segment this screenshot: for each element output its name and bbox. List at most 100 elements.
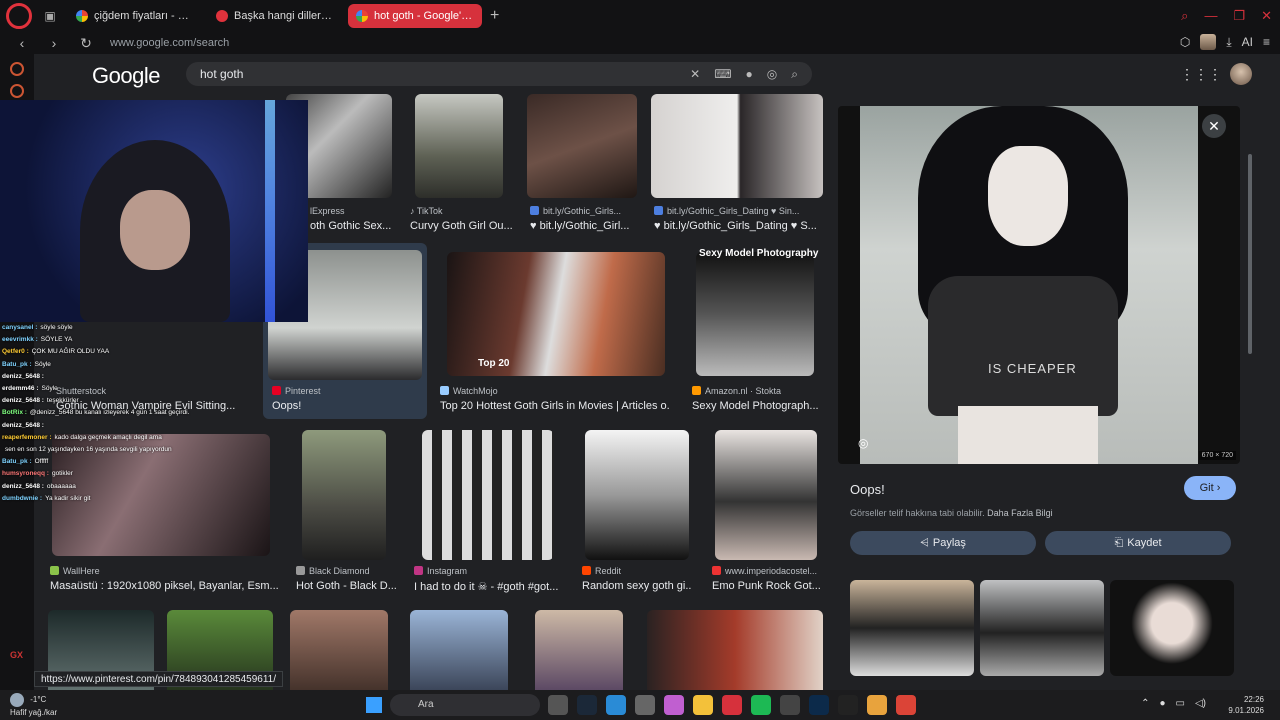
chat-username[interactable]: BotRix : <box>2 409 27 416</box>
sidebar-aria-icon[interactable] <box>10 62 24 76</box>
account-avatar[interactable] <box>1230 63 1252 85</box>
new-tab-plus-icon[interactable]: + <box>490 7 499 25</box>
chatgpt-icon[interactable] <box>780 695 800 715</box>
tab-menu-icon[interactable]: ▣ <box>38 5 62 27</box>
clear-icon[interactable]: ✕ <box>690 67 700 81</box>
chat-username[interactable]: Batu_pk : <box>2 458 32 465</box>
image-thumb[interactable] <box>410 610 508 694</box>
image-thumb[interactable] <box>422 430 554 560</box>
clock[interactable]: 22:26 9.01.2026 <box>1228 694 1264 716</box>
image-thumb[interactable] <box>647 610 823 694</box>
chat-username[interactable]: reaperfemoner : <box>2 434 52 441</box>
volume-icon[interactable]: ◁) <box>1195 698 1206 709</box>
tray-chevron-icon[interactable]: ⌃ <box>1141 698 1149 709</box>
image-thumb[interactable] <box>696 252 814 376</box>
keyboard-icon[interactable]: ⌨ <box>714 67 731 81</box>
lens-search-icon[interactable]: ◎ <box>858 436 868 450</box>
panel-scrollbar[interactable] <box>1248 154 1252 354</box>
image-thumb[interactable] <box>535 610 623 694</box>
image-thumb[interactable] <box>715 430 817 560</box>
chat-username[interactable]: humsyroneqq : <box>2 470 49 477</box>
chrome-icon[interactable] <box>867 695 887 715</box>
minimize-icon[interactable]: — <box>1204 8 1217 24</box>
related-image[interactable] <box>980 580 1104 676</box>
spotify-icon[interactable] <box>751 695 771 715</box>
chat-username[interactable]: Qetfer0 : <box>2 348 29 355</box>
snapshot-icon[interactable]: ⬡ <box>1180 35 1190 49</box>
chat-username[interactable]: denizz_5648 : <box>2 422 44 429</box>
chat-username[interactable]: canysanel : <box>2 324 37 331</box>
chrome-2-icon[interactable] <box>896 695 916 715</box>
menu-icon[interactable]: ≡ <box>1263 35 1270 49</box>
chat-username[interactable]: Batu_pk : <box>2 361 32 368</box>
result-title[interactable]: I had to do it ☠ - #goth #got... <box>414 580 562 593</box>
sidebar-home-icon[interactable] <box>10 84 24 98</box>
taskbar-search[interactable]: Ara <box>390 694 540 716</box>
search-icon[interactable]: ⌕ <box>791 67 798 82</box>
search-tabs-icon[interactable]: ⌕ <box>1181 8 1188 24</box>
result-title[interactable]: oth Gothic Sex... <box>310 220 400 232</box>
google-apps-icon[interactable]: ⋮⋮⋮ <box>1180 66 1222 83</box>
ai-label[interactable]: AI <box>1242 35 1253 49</box>
back-icon[interactable]: ‹ <box>12 35 32 51</box>
preview-title[interactable]: Oops! <box>850 482 885 497</box>
chat-username[interactable]: denizz_5648 : <box>2 483 44 490</box>
chat-username[interactable]: erdemm46 : <box>2 385 39 392</box>
image-thumb[interactable] <box>527 94 637 198</box>
close-window-icon[interactable]: ✕ <box>1261 8 1272 24</box>
maximize-icon[interactable]: ❐ <box>1233 8 1245 24</box>
search-box[interactable]: hot goth ✕ ⌨ ● ◎ ⌕ <box>186 62 812 86</box>
opera-logo-icon[interactable] <box>6 3 32 29</box>
google-logo[interactable]: Google <box>92 63 160 89</box>
display-icon[interactable]: ▭ <box>1176 698 1185 709</box>
share-button[interactable]: ⩤ Paylaş <box>850 531 1036 555</box>
edge-icon[interactable] <box>606 695 626 715</box>
task-view-icon[interactable] <box>548 695 568 715</box>
result-title[interactable]: Random sexy goth gi... <box>582 580 692 592</box>
chat-username[interactable]: denizz_5648 : <box>2 397 44 404</box>
search-input[interactable]: hot goth <box>200 67 690 81</box>
image-thumb[interactable] <box>302 430 386 560</box>
result-title[interactable]: Hot Goth - Black D... <box>296 580 396 592</box>
result-title[interactable]: Masaüstü : 1920x1080 piksel, Bayanlar, E… <box>50 580 282 592</box>
tab-hot-goth[interactable]: hot goth - Google'da Ara <box>348 4 482 28</box>
opera-gx-icon[interactable] <box>722 695 742 715</box>
result-title[interactable]: Top 20 Hottest Goth Girls in Movies | Ar… <box>440 400 670 412</box>
gx-icon[interactable]: GX <box>10 650 23 660</box>
forward-icon[interactable]: › <box>44 35 64 51</box>
image-thumb[interactable] <box>651 94 823 198</box>
image-thumb[interactable] <box>415 94 503 198</box>
weather-widget[interactable]: -1°C Hafif yağ./kar <box>10 693 57 718</box>
unity-icon[interactable] <box>635 695 655 715</box>
photoshop-icon[interactable] <box>809 695 829 715</box>
related-image[interactable] <box>1110 580 1234 676</box>
steam-icon[interactable] <box>577 695 597 715</box>
chat-username[interactable]: eeevrimkk : <box>2 336 38 343</box>
tray-mic-icon[interactable]: ● <box>1159 698 1165 709</box>
mic-icon[interactable]: ● <box>746 67 753 81</box>
lens-icon[interactable]: ◎ <box>767 67 777 81</box>
preview-image[interactable]: IS CHEAPER ✕ ◎ 670 × 720 <box>838 106 1240 464</box>
windows-start-icon[interactable] <box>366 697 382 713</box>
result-title[interactable]: Sexy Model Photograph... <box>692 400 822 412</box>
close-preview-icon[interactable]: ✕ <box>1202 114 1226 138</box>
more-info-link[interactable]: Daha Fazla Bilgi <box>987 508 1053 518</box>
result-title[interactable]: Curvy Goth Girl Ou... <box>410 220 516 232</box>
related-image[interactable] <box>850 580 974 676</box>
tab-cigdem[interactable]: çiğdem fiyatları - Google'da <box>68 4 202 28</box>
chat-username[interactable]: denizz_5648 : <box>2 373 44 380</box>
result-title[interactable]: Emo Punk Rock Got... <box>712 580 822 592</box>
save-button[interactable]: ⎗ Kaydet <box>1045 531 1231 555</box>
result-title[interactable]: ♥ bit.ly/Gothic_Girl... <box>530 220 640 232</box>
reload-icon[interactable]: ↻ <box>76 35 96 52</box>
chat-username[interactable]: dumbdwnie : <box>2 495 42 502</box>
app-icon[interactable] <box>664 695 684 715</box>
image-thumb[interactable] <box>585 430 689 560</box>
image-thumb[interactable] <box>290 610 388 694</box>
visit-button[interactable]: Git › <box>1184 476 1236 500</box>
capcut-icon[interactable] <box>838 695 858 715</box>
result-title[interactable]: ♥ bit.ly/Gothic_Girls_Dating ♥ S... <box>654 220 824 232</box>
profile-avatar[interactable] <box>1200 34 1217 50</box>
file-explorer-icon[interactable] <box>693 695 713 715</box>
url-field[interactable]: www.google.com/search <box>110 37 229 49</box>
